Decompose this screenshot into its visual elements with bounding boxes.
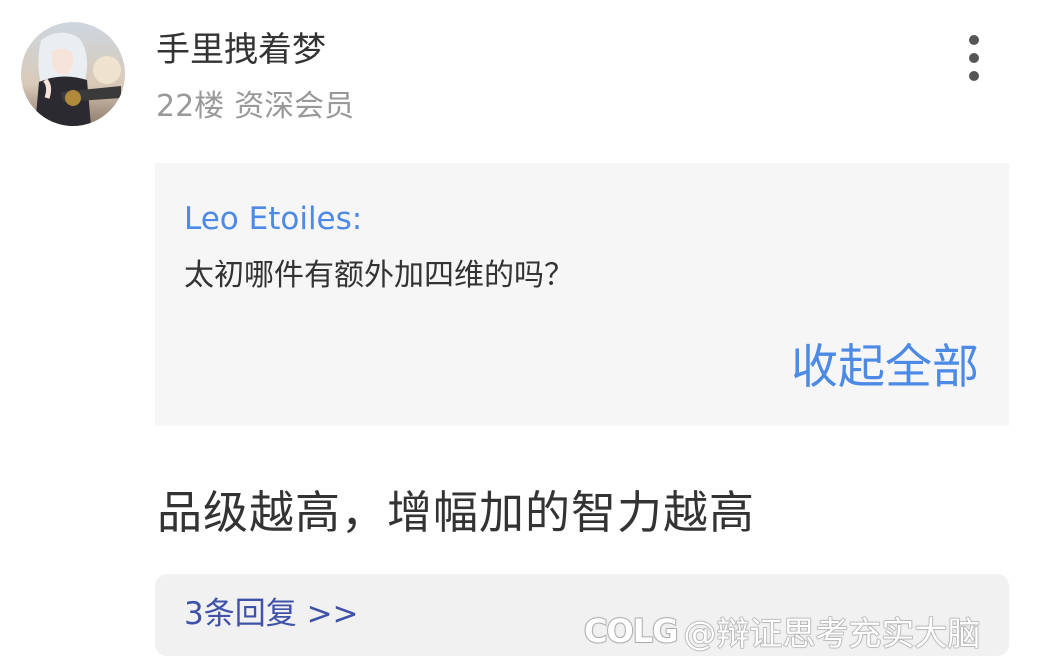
quoted-reply: Leo Etoiles: 太初哪件有额外加四维的吗？ 收起全部 bbox=[155, 163, 1009, 426]
more-vertical-icon-dot bbox=[969, 53, 979, 63]
quote-author[interactable]: Leo Etoiles: bbox=[184, 199, 362, 239]
watermark-logo: COLG bbox=[583, 611, 679, 651]
watermark-text: @辩证思考充实大脑 bbox=[683, 613, 982, 654]
username[interactable]: 手里拽着梦 bbox=[156, 27, 326, 73]
post-meta: 22楼 资深会员 bbox=[156, 86, 354, 128]
more-options-button[interactable] bbox=[952, 30, 996, 86]
post-card: 手里拽着梦 22楼 资深会员 Leo Etoiles: 太初哪件有额外加四维的吗？… bbox=[0, 0, 1054, 671]
more-vertical-icon-dot bbox=[969, 71, 979, 81]
member-level-badge: 资深会员 bbox=[234, 89, 355, 124]
avatar-image bbox=[21, 22, 125, 126]
quote-text: 太初哪件有额外加四维的吗？ bbox=[184, 258, 574, 293]
more-vertical-icon bbox=[969, 35, 979, 45]
collapse-all-button[interactable]: 收起全部 bbox=[791, 338, 979, 398]
floor-number: 22楼 bbox=[156, 89, 225, 124]
watermark: COLG @辩证思考充实大脑 bbox=[583, 603, 982, 659]
view-replies-link[interactable]: 3条回复 >> bbox=[184, 594, 359, 634]
post-content: 品级越高，增幅加的智力越高 bbox=[157, 486, 756, 539]
avatar[interactable] bbox=[21, 22, 125, 126]
